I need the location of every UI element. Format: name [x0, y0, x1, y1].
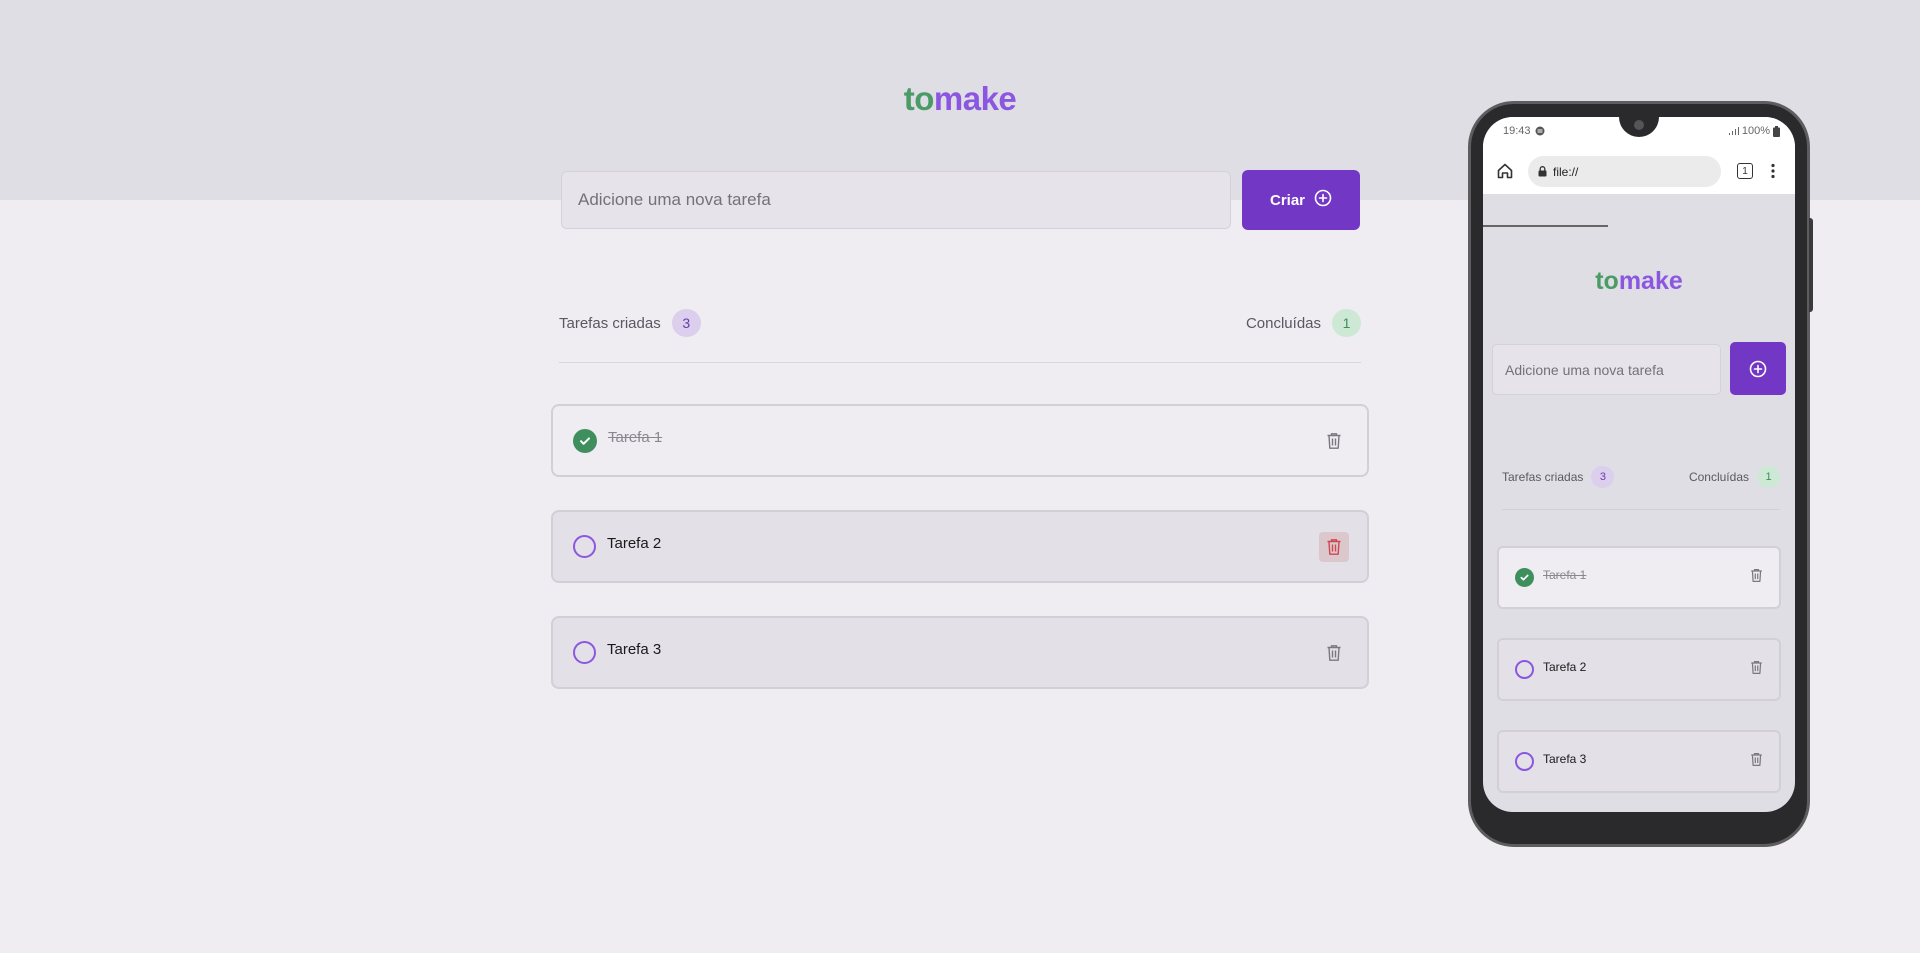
status-time: 19:43 — [1503, 125, 1545, 137]
mobile-delete-task-button[interactable] — [1750, 568, 1763, 588]
done-counter-label: Concluídas — [1245, 314, 1321, 332]
phone-side-button — [1809, 218, 1813, 312]
mobile-app-logo: tomake — [1483, 267, 1795, 296]
trash-icon — [1751, 568, 1762, 582]
check-icon — [1520, 574, 1529, 581]
notification-icon — [1535, 126, 1545, 136]
task-text: Tarefa 3 — [607, 641, 662, 658]
task-checkbox[interactable] — [573, 641, 596, 664]
home-icon[interactable] — [1496, 162, 1514, 185]
trash-icon — [1327, 538, 1341, 555]
counters-row: Tarefas criadas 3 Concluídas 1 — [559, 308, 1361, 338]
task-item: Tarefa 1 — [551, 404, 1369, 477]
status-time-text: 19:43 — [1503, 125, 1531, 137]
task-checkbox[interactable] — [573, 535, 596, 558]
url-bar[interactable]: file:// — [1528, 156, 1721, 187]
trash-icon — [1751, 660, 1762, 674]
check-icon — [580, 436, 590, 445]
mobile-done-badge: 1 — [1757, 466, 1780, 488]
delete-task-button[interactable] — [1319, 531, 1349, 562]
mobile-create-button[interactable] — [1730, 342, 1786, 395]
logo-to: to — [903, 80, 935, 117]
tab-switcher-button[interactable]: 1 — [1737, 163, 1753, 179]
created-counter: Tarefas criadas 3 — [559, 309, 701, 337]
mobile-counters-row: Tarefas criadas 3 Concluídas 1 — [1502, 465, 1780, 489]
camera-icon — [1634, 120, 1644, 130]
status-battery: 100% — [1728, 125, 1780, 137]
trash-icon — [1327, 432, 1341, 449]
mobile-task-text: Tarefa 1 — [1543, 567, 1587, 582]
tab-count: 1 — [1742, 165, 1748, 177]
task-item: Tarefa 3 — [551, 616, 1369, 689]
task-text: Tarefa 2 — [607, 535, 662, 552]
plus-circle-icon — [1314, 189, 1332, 211]
more-vert-icon[interactable] — [1770, 163, 1776, 184]
delete-task-button[interactable] — [1319, 426, 1349, 456]
divider — [559, 362, 1361, 363]
trash-icon — [1327, 644, 1341, 661]
phone-screen: 19:43 100% file:// 1 tomake Adicione uma… — [1483, 117, 1795, 812]
mobile-new-task-input[interactable] — [1492, 344, 1721, 395]
new-task-input[interactable] — [561, 171, 1231, 229]
battery-text: 100% — [1741, 125, 1770, 137]
trash-icon — [1751, 752, 1762, 766]
url-text: file:// — [1553, 164, 1579, 179]
mobile-logo-make: make — [1618, 267, 1683, 295]
mobile-task-item: Tarefa 3 — [1497, 730, 1781, 793]
done-counter: Concluídas 1 — [1246, 309, 1361, 337]
mobile-created-label: Tarefas criadas — [1502, 470, 1584, 484]
mobile-task-item: Tarefa 2 — [1497, 638, 1781, 701]
mobile-divider — [1502, 509, 1780, 510]
plus-circle-icon — [1749, 360, 1767, 377]
created-counter-label: Tarefas criadas — [559, 314, 661, 332]
delete-task-button[interactable] — [1319, 638, 1349, 668]
mobile-task-checkbox-checked[interactable] — [1515, 568, 1534, 587]
mobile-logo-to: to — [1595, 267, 1619, 295]
mobile-task-text: Tarefa 3 — [1543, 751, 1587, 766]
created-count-badge: 3 — [671, 309, 701, 337]
create-button[interactable]: Criar — [1242, 170, 1360, 230]
mobile-task-text: Tarefa 2 — [1543, 659, 1587, 674]
create-button-label: Criar — [1269, 191, 1306, 209]
mobile-task-checkbox[interactable] — [1515, 660, 1534, 679]
mobile-delete-task-button[interactable] — [1750, 752, 1763, 772]
mobile-created-badge: 3 — [1591, 466, 1615, 488]
mobile-task-item: Tarefa 1 — [1497, 546, 1781, 609]
page-load-progress — [1483, 225, 1608, 227]
mobile-done-counter: Concluídas 1 — [1689, 466, 1780, 488]
mobile-done-label: Concluídas — [1688, 470, 1749, 484]
lock-icon — [1538, 166, 1547, 177]
task-item: Tarefa 2 — [551, 510, 1369, 583]
task-checkbox-checked[interactable] — [573, 428, 597, 453]
phone-status-bar: 19:43 100% — [1483, 117, 1795, 150]
mobile-created-counter: Tarefas criadas 3 — [1502, 466, 1615, 488]
mobile-task-checkbox[interactable] — [1515, 752, 1534, 771]
task-text: Tarefa 1 — [608, 429, 663, 446]
done-count-badge: 1 — [1332, 309, 1361, 337]
signal-icon — [1728, 127, 1739, 135]
browser-toolbar: file:// 1 — [1483, 150, 1795, 227]
mobile-delete-task-button[interactable] — [1750, 660, 1763, 680]
battery-icon — [1773, 125, 1780, 137]
logo-make: make — [933, 80, 1017, 117]
